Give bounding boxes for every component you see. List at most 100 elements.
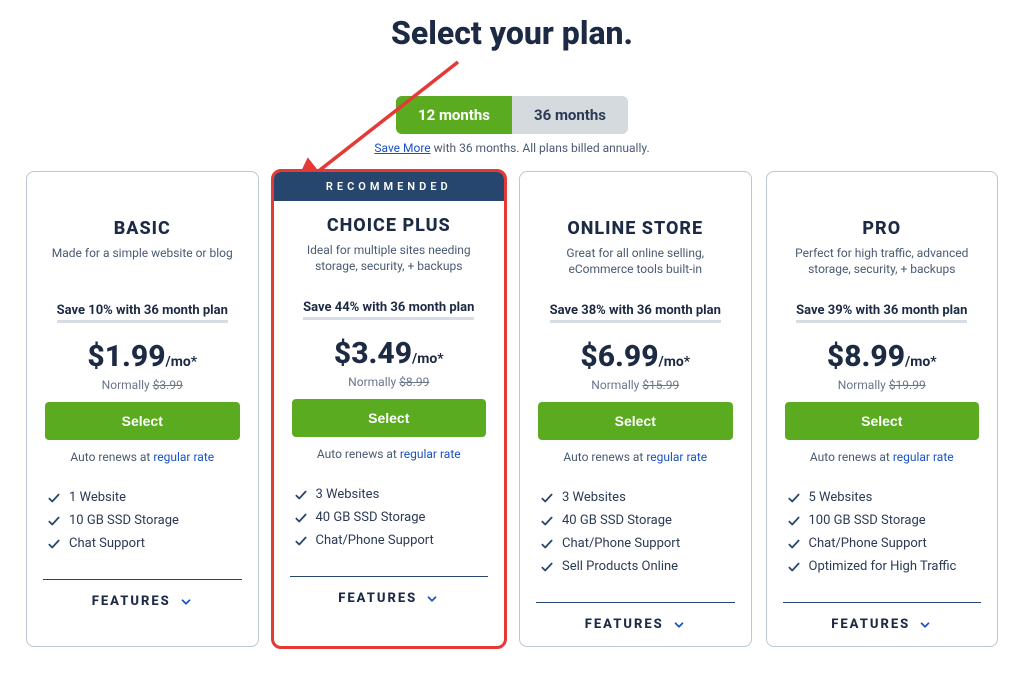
features-toggle[interactable]: FEATURES <box>520 607 751 640</box>
plan-description: Great for all online selling, eCommerce … <box>538 245 733 277</box>
divider <box>43 579 242 580</box>
feature-label: Chat/Phone Support <box>562 536 680 551</box>
plan-name: PRO <box>785 218 980 239</box>
select-button[interactable]: Select <box>785 402 980 440</box>
chevron-down-icon <box>425 592 439 606</box>
normally-price: $8.99 <box>399 375 429 389</box>
normally-price: $19.99 <box>889 378 926 392</box>
feature-label: Chat/Phone Support <box>316 533 434 548</box>
normally-line: Normally $19.99 <box>785 378 980 392</box>
feature-item: 1 Website <box>47 486 238 509</box>
term-toggle: 12 months 36 months <box>396 96 628 134</box>
toggle-note-rest: with 36 months. All plans billed annuall… <box>431 141 650 155</box>
check-icon <box>294 488 308 502</box>
feature-label: 100 GB SSD Storage <box>809 513 926 528</box>
features-toggle[interactable]: FEATURES <box>274 581 505 614</box>
save-line: Save 10% with 36 month plan <box>57 303 228 323</box>
normally-price: $15.99 <box>642 378 679 392</box>
feature-label: Sell Products Online <box>562 559 678 574</box>
check-icon <box>47 537 61 551</box>
check-icon <box>540 491 554 505</box>
plan-description: Perfect for high traffic, advanced stora… <box>785 245 980 277</box>
regular-rate-link[interactable]: regular rate <box>400 447 461 461</box>
feature-item: 3 Websites <box>294 483 485 506</box>
chevron-down-icon <box>672 618 686 632</box>
recommended-badge: RECOMMENDED <box>274 172 505 201</box>
plan-card-online-store: ONLINE STORE Great for all online selling… <box>519 171 752 647</box>
select-button[interactable]: Select <box>538 402 733 440</box>
select-button[interactable]: Select <box>45 402 240 440</box>
divider <box>783 602 982 603</box>
price-suffix: /mo* <box>166 354 198 370</box>
feature-label: 40 GB SSD Storage <box>562 513 672 528</box>
feature-label: 3 Websites <box>562 490 626 505</box>
features-toggle-label: FEATURES <box>831 617 910 632</box>
check-icon <box>787 491 801 505</box>
features-toggle[interactable]: FEATURES <box>27 584 258 617</box>
divider <box>290 576 489 577</box>
feature-item: 5 Websites <box>787 486 978 509</box>
chevron-down-icon <box>918 618 932 632</box>
normally-line: Normally $3.99 <box>45 378 240 392</box>
price: $8.99/mo* <box>785 339 980 374</box>
check-icon <box>540 537 554 551</box>
feature-item: 100 GB SSD Storage <box>787 509 978 532</box>
features-toggle[interactable]: FEATURES <box>767 607 998 640</box>
feature-label: 3 Websites <box>316 487 380 502</box>
price-suffix: /mo* <box>412 351 444 367</box>
feature-label: Chat/Phone Support <box>809 536 927 551</box>
normally-line: Normally $8.99 <box>292 375 487 389</box>
term-option-36[interactable]: 36 months <box>512 96 628 134</box>
price-suffix: /mo* <box>905 354 937 370</box>
page-title: Select your plan. <box>0 14 1024 52</box>
plan-card-choice-plus: RECOMMENDED CHOICE PLUS Ideal for multiple… <box>273 171 506 647</box>
price-amount: $8.99 <box>827 339 905 374</box>
features-toggle-label: FEATURES <box>338 591 417 606</box>
feature-item: Chat/Phone Support <box>540 532 731 555</box>
check-icon <box>47 491 61 505</box>
plan-description: Made for a simple website or blog <box>45 245 240 277</box>
price-suffix: /mo* <box>659 354 691 370</box>
feature-label: Optimized for High Traffic <box>809 559 957 574</box>
feature-label: 40 GB SSD Storage <box>316 510 426 525</box>
feature-item: 3 Websites <box>540 486 731 509</box>
features-list: 5 Websites 100 GB SSD Storage Chat/Phone S… <box>785 486 980 578</box>
select-button[interactable]: Select <box>292 399 487 437</box>
term-option-12[interactable]: 12 months <box>396 96 512 134</box>
save-line: Save 39% with 36 month plan <box>796 303 967 323</box>
check-icon <box>540 514 554 528</box>
plan-card-basic: BASICMade for a simple website or blogSa… <box>26 171 259 647</box>
feature-item: Sell Products Online <box>540 555 731 578</box>
price: $3.49/mo* <box>292 336 487 371</box>
feature-item: Optimized for High Traffic <box>787 555 978 578</box>
check-icon <box>294 534 308 548</box>
plan-name: CHOICE PLUS <box>292 215 487 236</box>
price-amount: $3.49 <box>334 336 412 371</box>
normally-price: $3.99 <box>153 378 183 392</box>
features-list: 1 Website 10 GB SSD Storage Chat Support <box>45 486 240 555</box>
feature-label: 1 Website <box>69 490 126 505</box>
renew-line: Auto renews at regular rate <box>538 450 733 464</box>
renew-line: Auto renews at regular rate <box>785 450 980 464</box>
chevron-down-icon <box>179 595 193 609</box>
features-toggle-label: FEATURES <box>585 617 664 632</box>
feature-label: 5 Websites <box>809 490 873 505</box>
regular-rate-link[interactable]: regular rate <box>153 450 214 464</box>
regular-rate-link[interactable]: regular rate <box>893 450 954 464</box>
price: $6.99/mo* <box>538 339 733 374</box>
regular-rate-link[interactable]: regular rate <box>646 450 707 464</box>
plan-name: ONLINE STORE <box>538 218 733 239</box>
save-line: Save 44% with 36 month plan <box>303 300 474 320</box>
price-amount: $1.99 <box>87 339 165 374</box>
renew-line: Auto renews at regular rate <box>45 450 240 464</box>
check-icon <box>787 560 801 574</box>
save-more-link[interactable]: Save More <box>374 141 430 155</box>
features-toggle-label: FEATURES <box>92 594 171 609</box>
plan-card-pro: PRO Perfect for high traffic, advanced st… <box>766 171 999 647</box>
feature-label: 10 GB SSD Storage <box>69 513 179 528</box>
feature-label: Chat Support <box>69 536 145 551</box>
feature-item: Chat/Phone Support <box>787 532 978 555</box>
check-icon <box>540 560 554 574</box>
check-icon <box>787 514 801 528</box>
plan-description: Ideal for multiple sites needing storage… <box>292 242 487 274</box>
